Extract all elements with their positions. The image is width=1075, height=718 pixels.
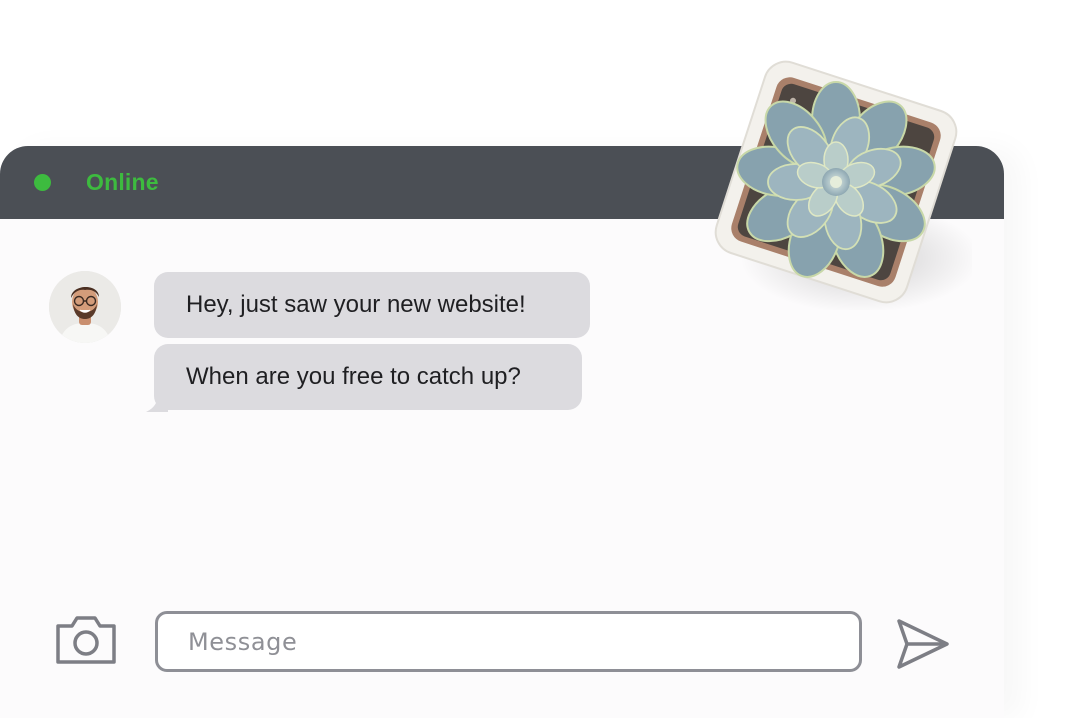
camera-button[interactable] (54, 614, 118, 666)
chat-header: Online (0, 146, 1004, 219)
send-button[interactable] (895, 618, 951, 670)
person-avatar-icon (49, 271, 121, 343)
incoming-message-bubble: Hey, just saw your new website! (154, 272, 590, 338)
send-icon (897, 619, 949, 669)
online-status-label: Online (86, 169, 159, 195)
chat-window: Online Hey, just saw your new website! W… (0, 146, 1004, 718)
bubble-tail-icon (146, 398, 168, 412)
online-status-dot (34, 174, 51, 191)
chat-screen: Online Hey, just saw your new website! W… (0, 0, 1075, 718)
message-input[interactable] (155, 611, 862, 672)
camera-icon (56, 616, 116, 664)
incoming-message-bubble: When are you free to catch up? (154, 344, 582, 410)
contact-avatar[interactable] (49, 271, 121, 343)
